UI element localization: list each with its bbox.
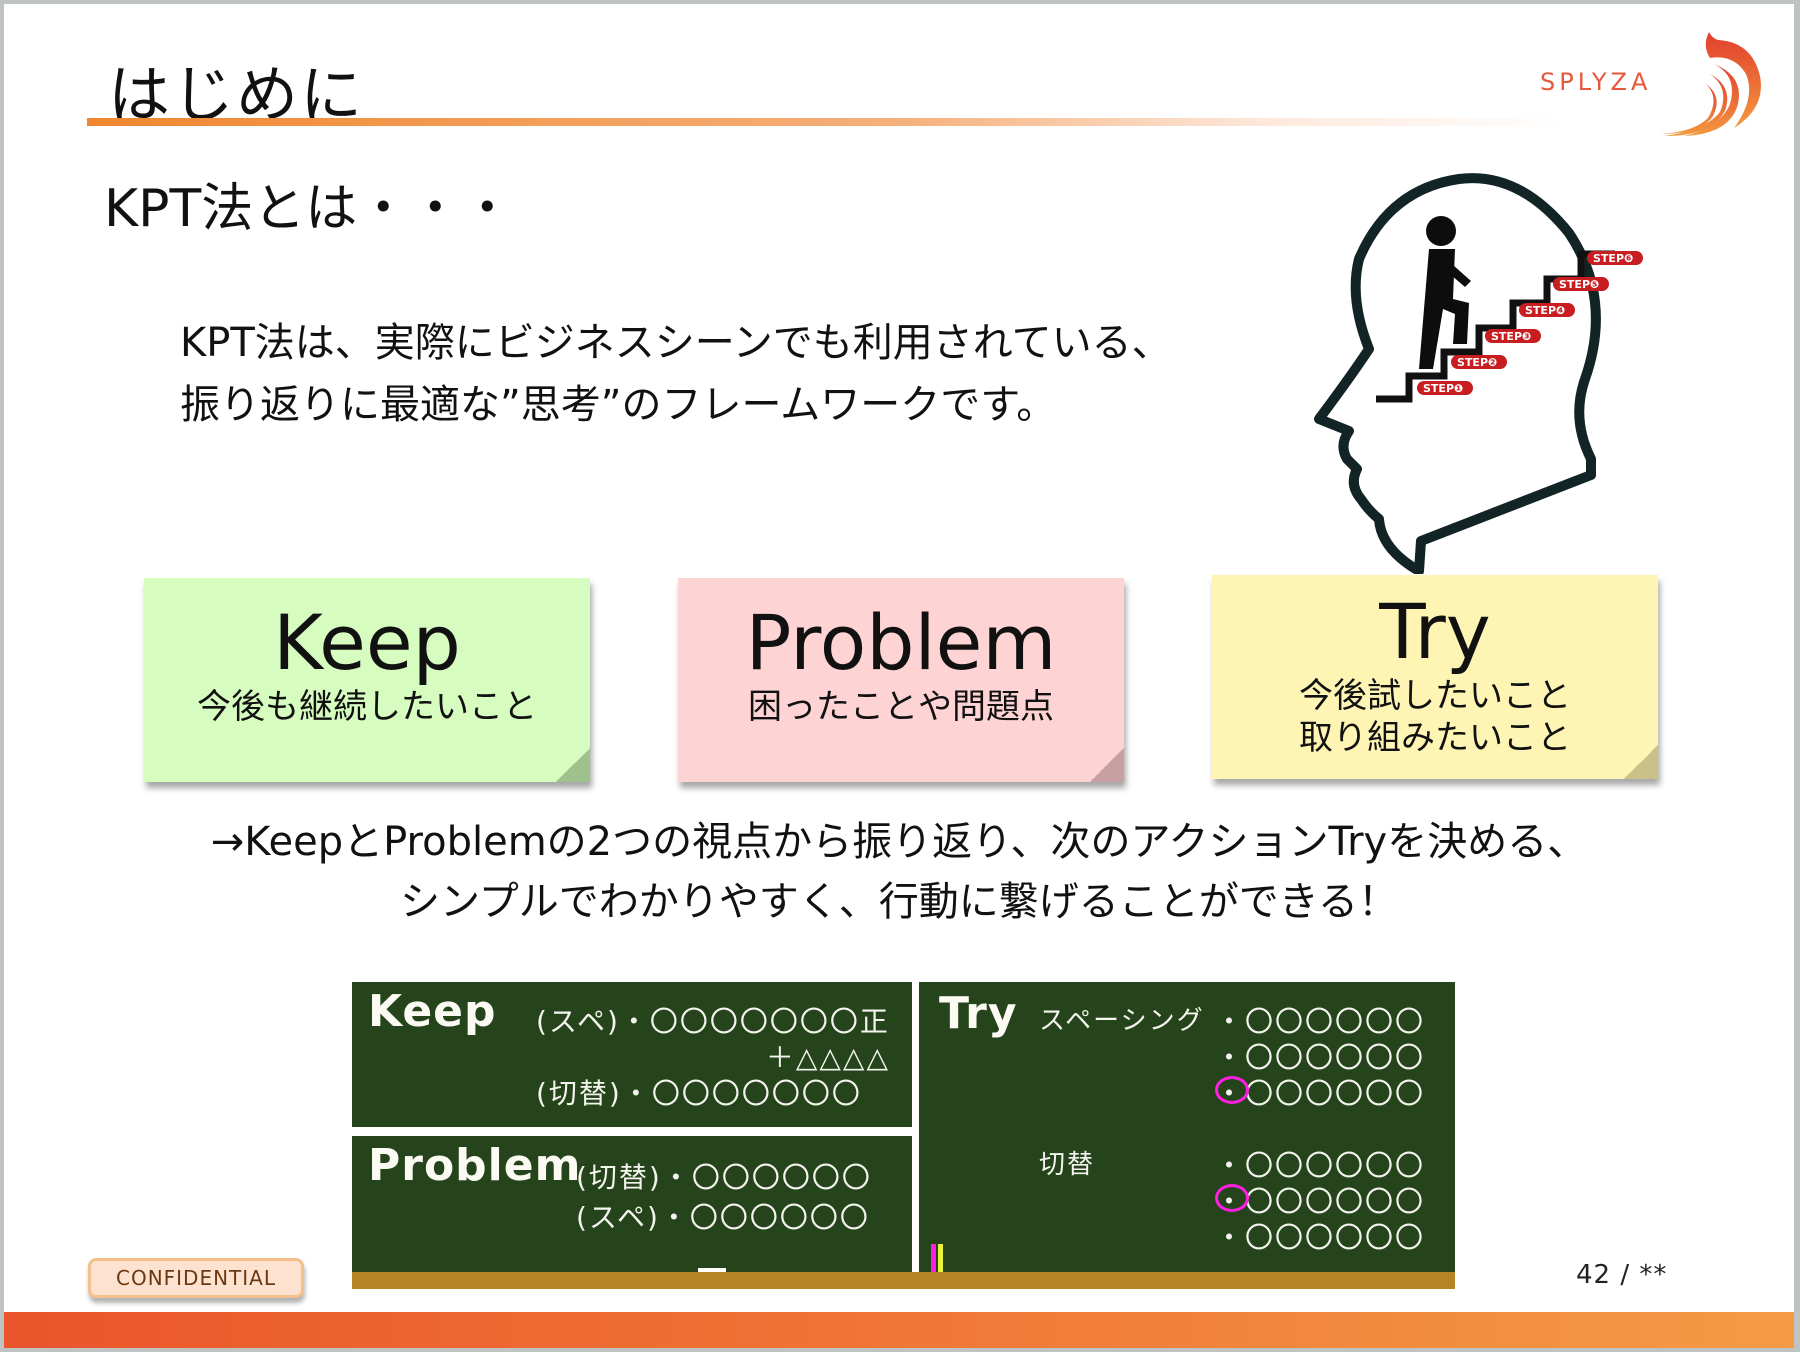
- svg-text:STEP❻: STEP❻: [1593, 252, 1633, 265]
- intro-line: 振り返りに最適な”思考”のフレームワークです。: [180, 382, 1057, 428]
- step-badge: STEP❹: [1519, 303, 1575, 317]
- svg-text:STEP❺: STEP❺: [1559, 278, 1599, 291]
- svg-text:STEP❸: STEP❸: [1491, 330, 1531, 343]
- highlight-circle-icon: [1215, 1184, 1249, 1212]
- blackboard-try-label: Try: [939, 988, 1018, 1039]
- keep-note-title: Keep: [273, 598, 461, 687]
- blackboard-line: ・〇〇〇〇〇〇: [1215, 1005, 1426, 1038]
- try-note-title: Try: [1379, 587, 1491, 676]
- svg-text:STEP❹: STEP❹: [1525, 304, 1565, 317]
- phoenix-logo-icon: [1660, 32, 1761, 136]
- step-badge: STEP❸: [1485, 329, 1541, 343]
- blackboard-line: ＋△△△△: [765, 1041, 890, 1074]
- blackboard-line: (スペ)・〇〇〇〇〇〇〇正: [536, 1005, 890, 1038]
- yellow-chalk-icon: [938, 1244, 943, 1272]
- keep-sticky-note: Keep 今後も継続したいこと: [144, 578, 590, 782]
- blackboard-line: (スペ)・〇〇〇〇〇〇: [576, 1201, 870, 1234]
- highlight-circle-icon: [1215, 1076, 1249, 1104]
- try-note-description: 今後試したいこと: [1299, 676, 1571, 716]
- page-number: 42 / **: [1576, 1260, 1668, 1290]
- blackboard-line: (切替)・〇〇〇〇〇〇: [576, 1161, 872, 1194]
- head-staircase-illustration: STEP❶ STEP❷ STEP❸ STEP❹ STEP❺ STEP❻: [1314, 173, 1643, 574]
- blackboard-line: ・〇〇〇〇〇〇: [1215, 1041, 1426, 1074]
- intro-text: KPT法は、実際にビジネスシーンでも利用されている、 振り返りに最適な”思考”の…: [180, 312, 1172, 436]
- svg-text:STEP❷: STEP❷: [1457, 356, 1497, 369]
- try-note-description: 取り組みたいこと: [1299, 718, 1571, 758]
- slide: はじめに SPLYZA KPT法とは・・・ KPT法は、実際にビジネスシーンでも…: [4, 4, 1794, 1348]
- page-curl: [1624, 745, 1658, 779]
- splyza-logo: SPLYZA: [1534, 24, 1774, 144]
- head-silhouette-icon: [1314, 173, 1601, 574]
- blackboard-chalk-rail: [352, 1272, 1455, 1289]
- blackboard-line: ・〇〇〇〇〇〇: [1215, 1149, 1426, 1182]
- step-badge: STEP❶: [1417, 381, 1473, 395]
- svg-text:STEP❶: STEP❶: [1423, 382, 1463, 395]
- footer-bar: [4, 1312, 1794, 1348]
- page-curl: [1090, 748, 1124, 782]
- blackboard-example: Keep (スペ)・〇〇〇〇〇〇〇正 ＋△△△△ (切替)・〇〇〇〇〇〇〇 Pr…: [349, 979, 1455, 1291]
- blackboard-keep-label: Keep: [368, 986, 497, 1037]
- blackboard-try-panel: Try スペーシング ・〇〇〇〇〇〇 ・〇〇〇〇〇〇 ・〇〇〇〇〇〇 切替 ・〇…: [919, 982, 1455, 1272]
- summary-line: シンプルでわかりやすく、行動に繋げることができる！: [400, 879, 1398, 925]
- keep-note-description: 今後も継続したいこと: [197, 687, 537, 727]
- intro-line: KPT法は、実際にビジネスシーンでも利用されている、: [180, 320, 1172, 366]
- problem-sticky-note: Problem 困ったことや問題点: [678, 578, 1124, 782]
- title-underline: [87, 118, 1567, 126]
- blackboard-problem-label: Problem: [368, 1140, 582, 1191]
- blackboard-try-group-label: 切替: [1039, 1150, 1096, 1180]
- step-badge: STEP❺: [1553, 277, 1609, 291]
- step-badge: STEP❻: [1587, 251, 1643, 265]
- summary-line: →KeepとProblemの2つの視点から振り返り、次のアクションTryを決める…: [210, 819, 1588, 865]
- blackboard-line: ・〇〇〇〇〇〇: [1215, 1221, 1426, 1254]
- page-curl: [556, 748, 590, 782]
- blackboard-line: (切替)・〇〇〇〇〇〇〇: [536, 1077, 862, 1110]
- blackboard-try-group-label: スペーシング: [1039, 1006, 1205, 1036]
- section-subtitle: KPT法とは・・・: [104, 179, 514, 239]
- try-sticky-note: Try 今後試したいこと 取り組みたいこと: [1212, 575, 1658, 779]
- blackboard-problem-panel: Problem (切替)・〇〇〇〇〇〇 (スペ)・〇〇〇〇〇〇: [352, 1136, 912, 1272]
- blackboard-keep-panel: Keep (スペ)・〇〇〇〇〇〇〇正 ＋△△△△ (切替)・〇〇〇〇〇〇〇: [352, 982, 912, 1127]
- summary-text: →KeepとProblemの2つの視点から振り返り、次のアクションTryを決める…: [4, 812, 1794, 932]
- problem-note-description: 困ったことや問題点: [748, 687, 1054, 727]
- confidential-badge: CONFIDENTIAL: [88, 1258, 304, 1298]
- problem-note-title: Problem: [745, 598, 1057, 687]
- pink-chalk-icon: [931, 1244, 936, 1272]
- step-badge: STEP❷: [1451, 355, 1507, 369]
